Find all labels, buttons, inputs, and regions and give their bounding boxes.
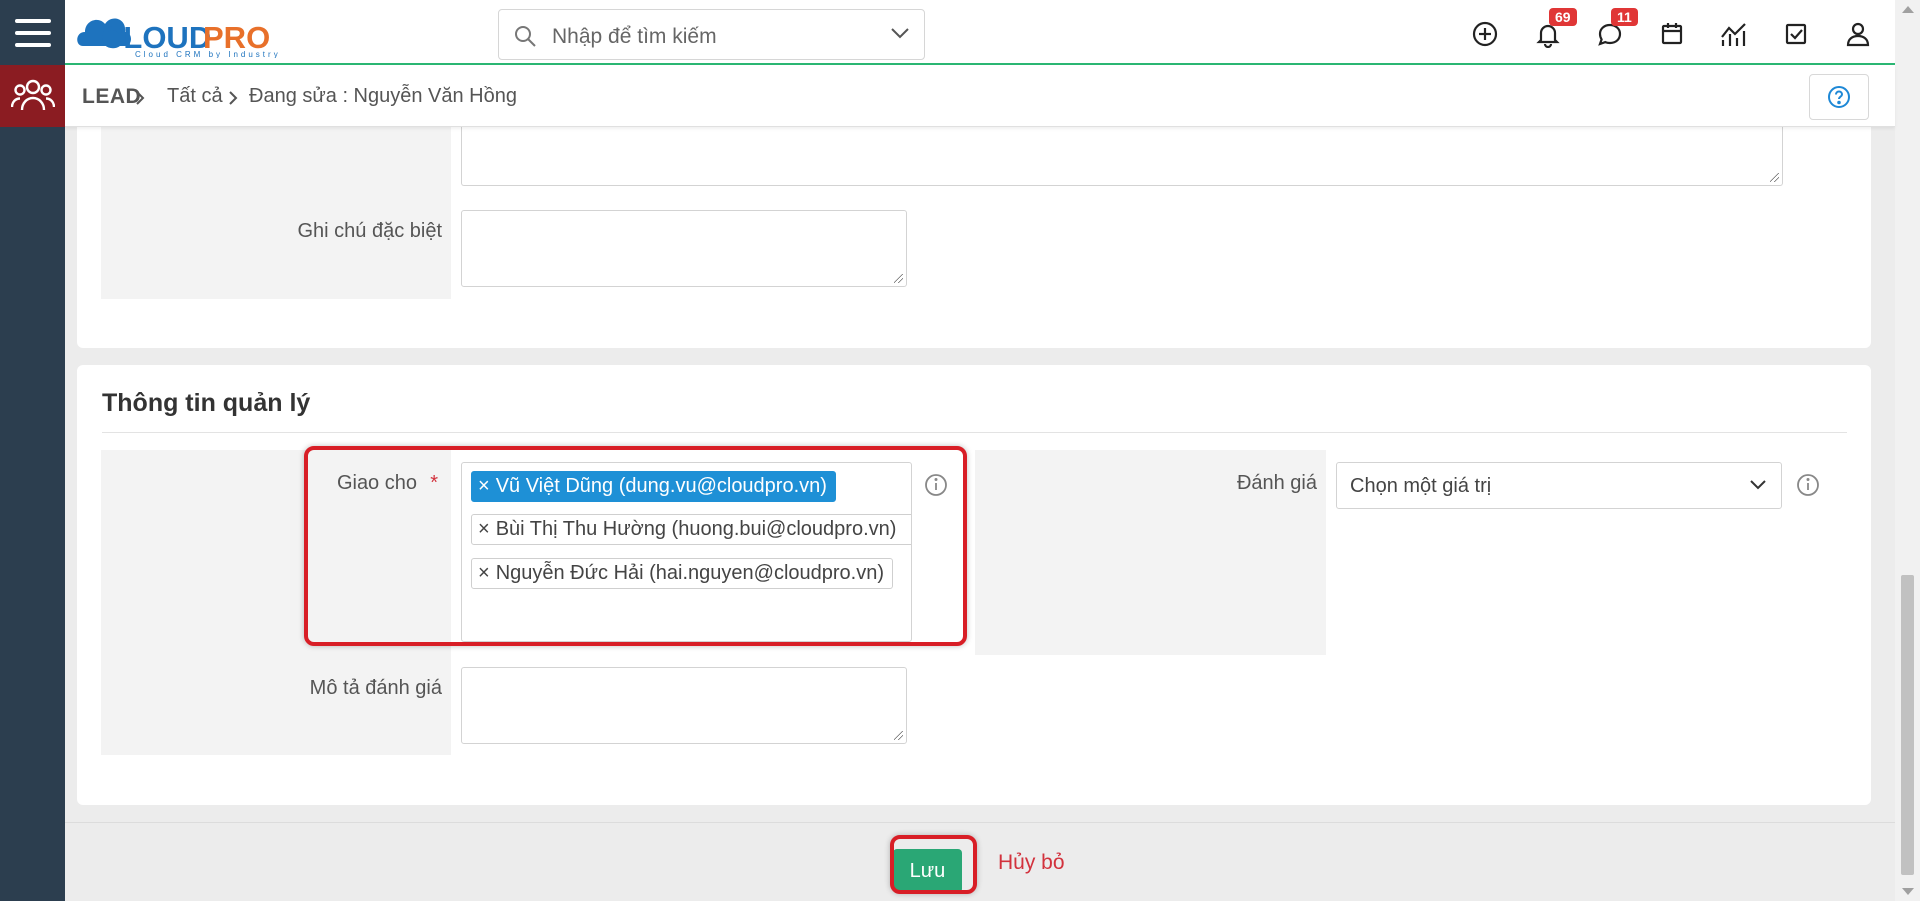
rating-description-textarea[interactable]	[461, 667, 907, 744]
help-button[interactable]	[1809, 74, 1869, 120]
assignee-chip[interactable]: × Bùi Thị Thu Hường (huong.bui@cloudpro.v…	[471, 514, 911, 545]
required-mark: *	[430, 472, 438, 494]
notifications-icon[interactable]: 69	[1531, 8, 1577, 51]
user-profile-icon[interactable]	[1841, 17, 1875, 51]
special-note-label: Ghi chú đặc biệt	[297, 220, 442, 242]
cancel-button[interactable]: Hủy bỏ	[998, 851, 1065, 875]
global-search[interactable]: Nhập để tìm kiếm	[498, 9, 925, 60]
chevron-down-icon	[1750, 480, 1766, 490]
cloudpro-logo[interactable]: CLOUD PRO Cloud CRM by Industry	[75, 8, 305, 59]
assignee-chip[interactable]: × Nguyễn Đức Hải (hai.nguyen@cloudpro.vn)	[471, 558, 894, 589]
search-icon	[515, 26, 536, 47]
vertical-scrollbar[interactable]	[1895, 0, 1920, 901]
rating-select[interactable]: Chọn một giá trị	[1336, 462, 1782, 509]
assignee-name: Bùi Thị Thu Hường (huong.bui@cloudpro.vn…	[495, 518, 897, 540]
reports-chart-icon[interactable]	[1717, 17, 1751, 51]
assignee-name: Nguyễn Đức Hải (hai.nguyen@cloudpro.vn)	[495, 562, 885, 584]
logo-tagline: Cloud CRM by Industry	[135, 50, 281, 58]
label-column	[101, 127, 451, 299]
menu-icon[interactable]	[0, 0, 65, 65]
section-title: Thông tin quản lý	[102, 389, 311, 417]
top-header: CLOUD PRO Cloud CRM by Industry Nhập để …	[65, 0, 1895, 65]
breadcrumb-current: Đang sửa : Nguyễn Văn Hồng	[249, 85, 517, 107]
assigned-to-multiselect[interactable]: × Vũ Việt Dũng (dung.vu@cloudpro.vn) × Bùi…	[461, 462, 912, 642]
description-textarea[interactable]	[461, 127, 1783, 186]
add-icon[interactable]	[1468, 17, 1502, 51]
form-actions: Lưu Hủy bỏ	[65, 822, 1895, 901]
scrollbar-thumb[interactable]	[1901, 575, 1914, 875]
breadcrumb-list[interactable]: Tất cả	[167, 85, 223, 108]
breadcrumb-module[interactable]: LEAD	[82, 85, 141, 109]
chevron-right-icon	[136, 91, 145, 105]
message-badge: 11	[1611, 8, 1638, 26]
chevron-down-icon[interactable]	[890, 26, 910, 40]
tasks-checkbox-icon[interactable]	[1779, 17, 1813, 51]
special-note-textarea[interactable]	[461, 210, 907, 287]
remove-chip-icon[interactable]: ×	[478, 518, 490, 540]
info-icon[interactable]	[1795, 472, 1821, 498]
chevron-right-icon	[229, 91, 238, 105]
leads-module-icon[interactable]	[0, 65, 65, 127]
management-info-card: Thông tin quản lý Giao cho * × Vũ Việt Dũ…	[77, 365, 1871, 805]
scroll-down-icon[interactable]	[1902, 888, 1914, 895]
messages-icon[interactable]: 11	[1593, 8, 1638, 51]
breadcrumb: LEAD Tất cả Đang sửa : Nguyễn Văn Hồng	[65, 65, 1895, 127]
notification-badge: 69	[1549, 8, 1577, 26]
assigned-to-label: Giao cho	[336, 472, 417, 494]
scroll-up-icon[interactable]	[1902, 6, 1914, 13]
assignee-name: Vũ Việt Dũng (dung.vu@cloudpro.vn)	[495, 475, 827, 497]
remove-chip-icon[interactable]: ×	[478, 562, 490, 584]
search-placeholder: Nhập để tìm kiếm	[552, 25, 717, 48]
rating-label: Đánh giá	[1236, 472, 1317, 494]
remove-chip-icon[interactable]: ×	[478, 475, 490, 497]
label-column	[101, 450, 451, 755]
rating-description-label: Mô tả đánh giá	[309, 677, 442, 699]
section-divider	[102, 432, 1847, 433]
help-icon	[1828, 86, 1850, 108]
rating-selected-value: Chọn một giá trị	[1350, 475, 1492, 497]
assignee-chip[interactable]: × Vũ Việt Dũng (dung.vu@cloudpro.vn)	[471, 471, 836, 502]
calendar-icon[interactable]	[1655, 17, 1689, 51]
additional-info-card: Ghi chú đặc biệt	[77, 127, 1871, 348]
info-icon[interactable]	[923, 472, 949, 498]
save-button[interactable]: Lưu	[893, 849, 962, 893]
left-sidebar	[0, 0, 65, 901]
